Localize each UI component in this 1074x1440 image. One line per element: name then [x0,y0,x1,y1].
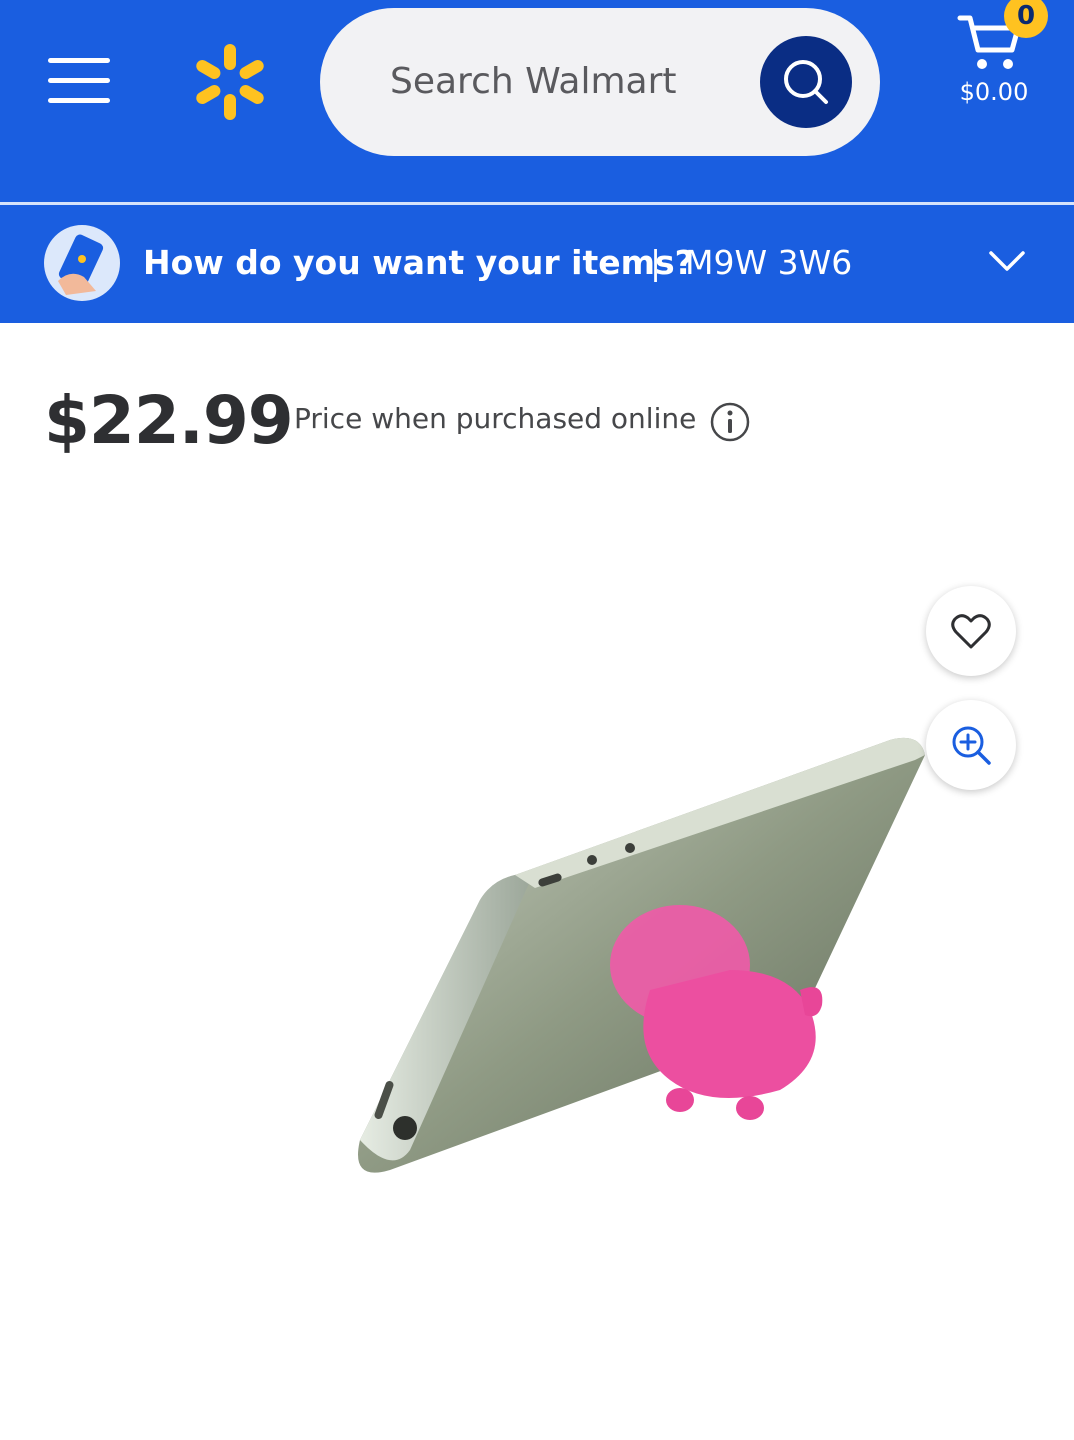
fulfillment-separator: | [650,243,662,282]
phone-hand-icon [44,225,120,301]
cart-total: $0.00 [959,78,1029,106]
heart-icon [951,614,991,649]
fulfillment-prompt: How do you want your items? [143,243,694,282]
menu-icon-bar [48,58,110,63]
menu-icon-bar [48,78,110,83]
postal-code: M9W 3W6 [685,243,853,282]
product-price: $22.99 [44,382,294,459]
zoom-button[interactable] [926,700,1016,790]
product-image [358,737,925,1173]
price-note: Price when purchased online [294,402,697,435]
fulfillment-bar[interactable]: How do you want your items? | M9W 3W6 [0,205,1074,323]
favorite-button[interactable] [926,586,1016,676]
menu-icon-bar [48,98,110,103]
search-bar [320,8,880,156]
search-icon [784,60,828,104]
search-input[interactable] [388,48,752,114]
menu-button[interactable] [48,58,110,104]
spark-icon [196,44,264,120]
chevron-down-icon [989,251,1025,271]
info-icon[interactable] [709,401,751,443]
search-button[interactable] [760,36,852,128]
walmart-spark-logo[interactable] [190,40,270,124]
zoom-in-icon [952,726,991,765]
cart-count-badge: 0 [1004,0,1048,38]
top-header: 0 $0.00 [0,0,1074,202]
cart-button[interactable]: 0 $0.00 [950,0,1050,118]
